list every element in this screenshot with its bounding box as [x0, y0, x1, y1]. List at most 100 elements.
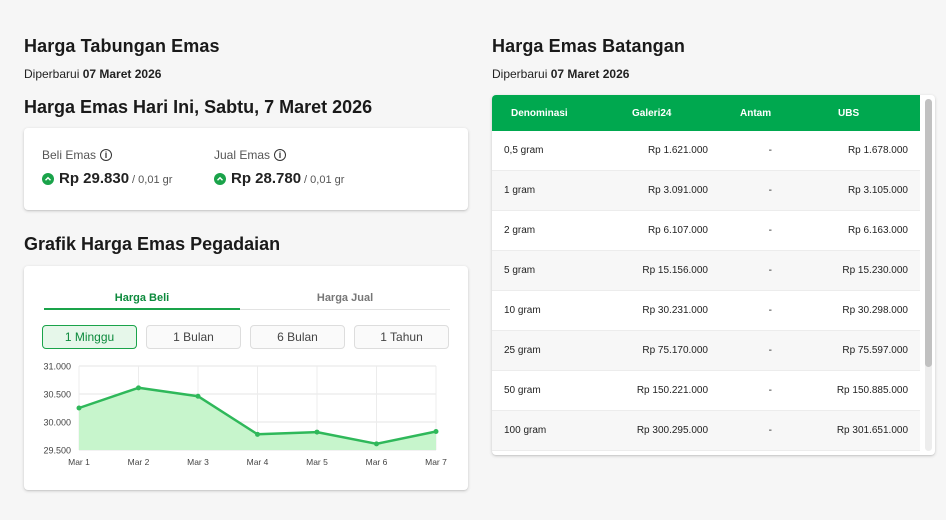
- chevron-up-icon: [214, 172, 226, 185]
- cell-denominasi: 100 gram: [504, 425, 547, 436]
- x-tick-label: Mar 4: [247, 457, 269, 467]
- data-point: [255, 431, 260, 437]
- cell-antam: -: [768, 145, 772, 156]
- cell-antam: -: [768, 425, 772, 436]
- data-point: [76, 405, 82, 411]
- table-row: 2 gram Rp 6.107.000 - Rp 6.163.000: [492, 211, 920, 251]
- batangan-section: Harga Emas Batangan Diperbarui 07 Maret …: [492, 36, 935, 455]
- chevron-up-icon: [42, 172, 54, 185]
- cell-galeri24: Rp 300.295.000: [636, 425, 708, 436]
- cell-antam: -: [768, 305, 772, 316]
- table-row: 1 gram Rp 3.091.000 - Rp 3.105.000: [492, 171, 920, 211]
- cell-antam: -: [768, 185, 772, 196]
- cell-ubs: Rp 150.885.000: [836, 385, 908, 396]
- data-point: [195, 393, 201, 399]
- y-tick-label: 31.000: [43, 362, 71, 372]
- today-price-title: Harga Emas Hari Ini, Sabtu, 7 Maret 2026: [24, 97, 373, 117]
- cell-galeri24: Rp 1.621.000: [647, 145, 708, 156]
- chart-section-title: Grafik Harga Emas Pegadaian: [24, 234, 281, 254]
- cell-ubs: Rp 6.163.000: [847, 225, 908, 236]
- chart-card: Harga Beli Harga Jual 1 Minggu 1 Bulan 6…: [24, 266, 468, 490]
- cell-antam: -: [768, 385, 772, 396]
- sell-label: Jual Emas: [214, 148, 271, 162]
- data-point: [136, 385, 141, 391]
- data-point: [314, 429, 320, 435]
- cell-ubs: Rp 1.678.000: [847, 145, 908, 156]
- x-tick-label: Mar 5: [306, 457, 328, 467]
- batangan-table-card: Denominasi Galeri24 Antam UBS 0,5 gram Rp…: [492, 95, 935, 455]
- scrollbar-thumb[interactable]: [925, 99, 932, 367]
- table-body: 0,5 gram Rp 1.621.000 - Rp 1.678.000 1 gram R…: [492, 131, 920, 451]
- tab-harga-beli[interactable]: Harga Beli: [44, 286, 240, 310]
- cell-antam: -: [768, 345, 772, 356]
- table-row: 50 gram Rp 150.221.000 - Rp 150.885.000: [492, 371, 920, 411]
- x-tick-label: Mar 3: [187, 457, 209, 467]
- cell-ubs: Rp 15.230.000: [842, 265, 908, 276]
- cell-denominasi: 25 gram: [504, 345, 541, 356]
- batangan-title: Harga Emas Batangan: [492, 36, 685, 56]
- cell-galeri24: Rp 15.156.000: [642, 265, 708, 276]
- batangan-updated-date: 07 Maret 2026: [550, 67, 630, 81]
- cell-denominasi: 2 gram: [504, 225, 536, 236]
- cell-galeri24: Rp 75.170.000: [642, 345, 708, 356]
- sell-price-value: Rp 28.780: [231, 170, 302, 187]
- cell-denominasi: 5 gram: [504, 265, 536, 276]
- col-galeri24: Galeri24: [632, 107, 672, 119]
- sell-price-unit: / 0,01 gr: [304, 173, 345, 186]
- tabungan-updated: Diperbarui 07 Maret 2026: [24, 67, 162, 81]
- cell-galeri24: Rp 3.091.000: [647, 185, 708, 196]
- cell-denominasi: 10 gram: [504, 305, 541, 316]
- period-1-minggu[interactable]: 1 Minggu: [42, 325, 137, 349]
- col-denominasi: Denominasi: [511, 107, 568, 119]
- data-point: [374, 441, 379, 447]
- table-scrollbar[interactable]: [925, 99, 932, 451]
- cell-denominasi: 50 gram: [504, 385, 541, 396]
- cell-ubs: Rp 301.651.000: [836, 425, 908, 436]
- table-row: 10 gram Rp 30.231.000 - Rp 30.298.000: [492, 291, 920, 331]
- buy-price: Beli Emas i Rp 29.830 / 0,01 gr: [42, 148, 172, 187]
- cell-antam: -: [768, 225, 772, 236]
- cell-ubs: Rp 75.597.000: [842, 345, 908, 356]
- buy-price-value: Rp 29.830: [59, 170, 130, 187]
- tabungan-updated-date: 07 Maret 2026: [82, 67, 162, 81]
- cell-antam: -: [768, 265, 772, 276]
- cell-galeri24: Rp 150.221.000: [636, 385, 708, 396]
- cell-ubs: Rp 3.105.000: [847, 185, 908, 196]
- y-tick-label: 30.500: [43, 390, 71, 400]
- x-tick-label: Mar 2: [128, 457, 150, 467]
- period-1-bulan[interactable]: 1 Bulan: [146, 325, 241, 349]
- x-tick-label: Mar 1: [68, 457, 90, 467]
- table-row: 100 gram Rp 300.295.000 - Rp 301.651.000: [492, 411, 920, 451]
- tabungan-section: Harga Tabungan Emas Diperbarui 07 Maret …: [24, 36, 468, 490]
- table-row: 0,5 gram Rp 1.621.000 - Rp 1.678.000: [492, 131, 920, 171]
- col-antam: Antam: [740, 107, 772, 119]
- period-6-bulan[interactable]: 6 Bulan: [250, 325, 345, 349]
- data-point: [433, 429, 439, 435]
- y-tick-label: 29.500: [43, 446, 71, 456]
- cell-denominasi: 0,5 gram: [504, 145, 544, 156]
- period-1-tahun[interactable]: 1 Tahun: [354, 325, 449, 349]
- buy-price-unit: / 0,01 gr: [132, 173, 173, 186]
- info-icon[interactable]: i: [100, 149, 113, 161]
- batangan-updated: Diperbarui 07 Maret 2026: [492, 67, 630, 81]
- col-ubs: UBS: [838, 107, 860, 119]
- tabungan-title: Harga Tabungan Emas: [24, 36, 220, 56]
- today-price-card: Beli Emas i Rp 29.830 / 0,01 gr Jual Ema…: [24, 128, 468, 210]
- chart-tabs: Harga Beli Harga Jual: [44, 286, 450, 310]
- buy-label: Beli Emas: [42, 148, 97, 162]
- sell-price: Jual Emas i Rp 28.780 / 0,01 gr: [214, 148, 344, 187]
- table-row: 5 gram Rp 15.156.000 - Rp 15.230.000: [492, 251, 920, 291]
- x-tick-label: Mar 7: [425, 457, 447, 467]
- cell-ubs: Rp 30.298.000: [842, 305, 908, 316]
- cell-denominasi: 1 gram: [504, 185, 536, 196]
- y-tick-label: 30.000: [43, 418, 71, 428]
- cell-galeri24: Rp 30.231.000: [642, 305, 708, 316]
- table-header: Denominasi Galeri24 Antam UBS: [492, 95, 920, 131]
- batangan-table: Denominasi Galeri24 Antam UBS 0,5 gram Rp…: [492, 95, 920, 451]
- price-chart: 29.500 30.000 30.500 31.000 Mar 1 Mar 2 Mar 3 M…: [43, 362, 447, 468]
- cell-galeri24: Rp 6.107.000: [647, 225, 708, 236]
- x-tick-label: Mar 6: [366, 457, 388, 467]
- info-icon[interactable]: i: [274, 149, 287, 161]
- table-row: 25 gram Rp 75.170.000 - Rp 75.597.000: [492, 331, 920, 371]
- tab-harga-jual[interactable]: Harga Jual: [240, 286, 450, 310]
